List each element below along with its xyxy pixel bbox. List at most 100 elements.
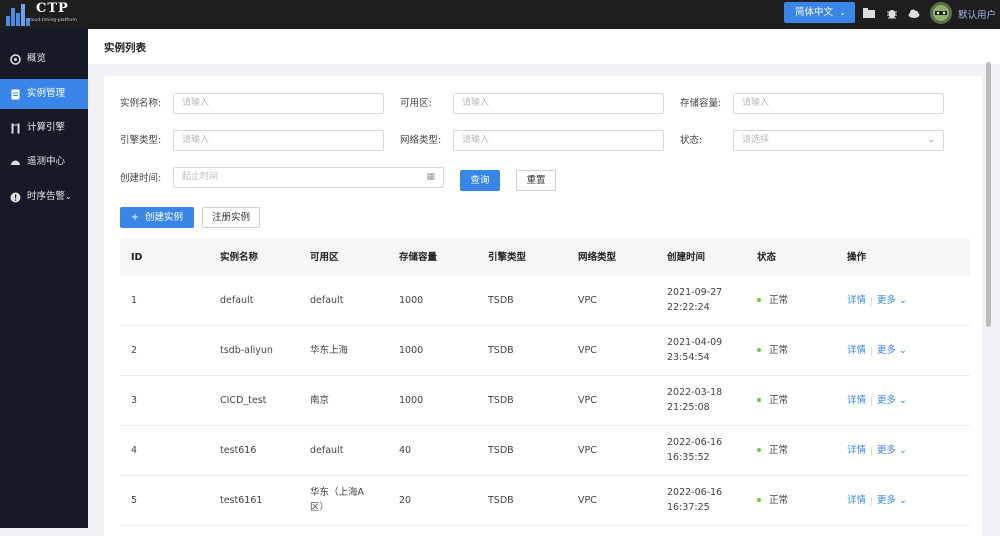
placeholder: 请输入 (462, 135, 490, 145)
cell-id: 4 (131, 445, 138, 456)
table-row: 5 test6161 华东（上海A 区） 20 TSDB VPC 2022-06-16 16:3… (120, 476, 970, 526)
sidebar-item-label: 遥测中心 (27, 156, 66, 167)
detail-link[interactable]: 详情 (847, 343, 866, 358)
cell-name: default (220, 295, 254, 306)
more-dropdown[interactable]: 更多 ⌄ (877, 443, 907, 458)
query-button[interactable]: 查询 (460, 170, 500, 191)
plus-icon: + (130, 212, 145, 223)
status-text: 正常 (769, 345, 789, 356)
cell-zone: 华东上海 (310, 345, 349, 356)
chevron-down-icon: ⌄ (927, 135, 935, 145)
more-dropdown[interactable]: 更多 ⌄ (877, 343, 907, 358)
placeholder: 请输入 (462, 98, 490, 108)
folder-icon[interactable] (862, 6, 876, 20)
more-dropdown[interactable]: 更多 ⌄ (877, 493, 907, 508)
column-header: 存储容量 (399, 252, 438, 263)
cell-engine: TSDB (488, 345, 514, 356)
cell-engine: TSDB (488, 395, 514, 406)
status-dot-icon (757, 347, 761, 352)
status-text: 正常 (769, 495, 789, 506)
reset-button[interactable]: 重置 (516, 170, 556, 191)
divider (871, 347, 872, 356)
create-instance-label: 创建实例 (144, 212, 183, 223)
table-row: 2 tsdb-aliyun 华东上海 1000 TSDB VPC 2021-04-09 23:… (120, 326, 970, 376)
cell-status: 正常 (757, 393, 788, 408)
cell-id: 5 (131, 495, 138, 506)
storage-input[interactable]: 请输入 (733, 93, 944, 114)
cell-network: VPC (578, 395, 597, 406)
cell-created: 2021-09-27 22:22:24 (667, 287, 723, 313)
divider (871, 397, 872, 406)
create-instance-button[interactable]: + 创建实例 (120, 207, 194, 228)
instance-name-input[interactable]: 请输入 (173, 93, 384, 114)
cell-network: VPC (578, 345, 597, 356)
cell-status: 正常 (757, 343, 788, 358)
engine-label: 引擎类型: (120, 135, 162, 146)
detail-link[interactable]: 详情 (847, 393, 866, 408)
cell-storage: 40 (399, 445, 412, 456)
sidebar-item-telemetry[interactable]: 遥测中心 (0, 147, 88, 177)
detail-link[interactable]: 详情 (847, 493, 866, 508)
cell-created: 2022-03-18 21:25:08 (667, 387, 723, 413)
document-icon (11, 89, 20, 100)
cell-name: test616 (220, 445, 257, 456)
cloud-icon[interactable] (907, 6, 921, 20)
cell-created: 2021-04-09 23:54:54 (667, 337, 723, 363)
engine-input[interactable]: 请输入 (173, 130, 384, 151)
logo[interactable]: CTP cloud-timing-platform (6, 1, 86, 26)
language-label: 简体中文 (795, 7, 834, 18)
sidebar-item-label: 时序告警 (27, 191, 66, 202)
column-header: 网络类型 (578, 252, 617, 263)
column-header: 实例名称 (220, 252, 259, 263)
column-header: 可用区 (310, 252, 339, 263)
network-input[interactable]: 请输入 (453, 130, 664, 151)
storage-label: 存储容量: (680, 98, 722, 109)
cell-status: 正常 (757, 293, 788, 308)
sidebar-item-overview[interactable]: 概览 (0, 44, 88, 74)
language-select[interactable]: 简体中文 ⌄ (784, 2, 855, 23)
placeholder: 起止时间 (182, 172, 219, 182)
placeholder: 请输入 (182, 98, 210, 108)
sidebar-item-compute[interactable]: 计算引擎 (0, 113, 88, 143)
status-dot-icon (757, 447, 761, 452)
bug-icon[interactable] (885, 6, 899, 20)
detail-link[interactable]: 详情 (847, 293, 866, 308)
column-header: 引擎类型 (488, 252, 527, 263)
title-bar: 实例列表 (88, 29, 1000, 65)
alert-icon (10, 192, 21, 203)
brand-subtitle: cloud-timing-platform (28, 18, 77, 23)
more-dropdown[interactable]: 更多 ⌄ (877, 293, 907, 308)
user-name[interactable]: 默认用户 (958, 7, 996, 21)
column-header: 操作 (847, 252, 867, 263)
cell-created: 2022-06-16 16:37:25 (667, 487, 723, 513)
table-header: ID 实例名称 可用区 存储容量 引擎类型 网络类型 创建时间 状态 操作 (120, 239, 970, 276)
zone-input[interactable]: 请输入 (453, 93, 664, 114)
avatar[interactable] (930, 2, 952, 24)
created-label: 创建时间: (120, 173, 162, 184)
register-instance-button[interactable]: 注册实例 (202, 207, 260, 228)
top-bar: CTP cloud-timing-platform 简体中文 ⌄ 默认用户 (0, 0, 1000, 29)
divider (871, 297, 872, 306)
placeholder: 请输入 (742, 98, 770, 108)
date-range-input[interactable]: 起止时间 ▦ (173, 167, 444, 188)
cell-id: 2 (131, 345, 138, 356)
sidebar-item-label: 概览 (27, 53, 47, 64)
status-text: 正常 (769, 295, 789, 306)
sidebar-item-instances[interactable]: 实例管理 (0, 79, 88, 109)
scrollbar[interactable] (986, 62, 991, 327)
cell-storage: 1000 (399, 395, 424, 406)
detail-link[interactable]: 详情 (847, 443, 866, 458)
column-header: 创建时间 (667, 252, 706, 263)
sidebar-item-alerts[interactable]: 时序告警⌄ (0, 182, 88, 212)
cell-engine: TSDB (488, 295, 514, 306)
cell-created: 2022-06-16 16:35:52 (667, 437, 723, 463)
cell-status: 正常 (757, 443, 788, 458)
more-dropdown[interactable]: 更多 ⌄ (877, 393, 907, 408)
status-select[interactable]: 请选择 ⌄ (733, 130, 944, 151)
cell-network: VPC (578, 295, 597, 306)
divider (871, 447, 872, 456)
chevron-down-icon: ⌄ (65, 192, 72, 201)
cell-network: VPC (578, 445, 597, 456)
cell-storage: 20 (399, 495, 412, 506)
zone-label: 可用区: (400, 98, 432, 109)
